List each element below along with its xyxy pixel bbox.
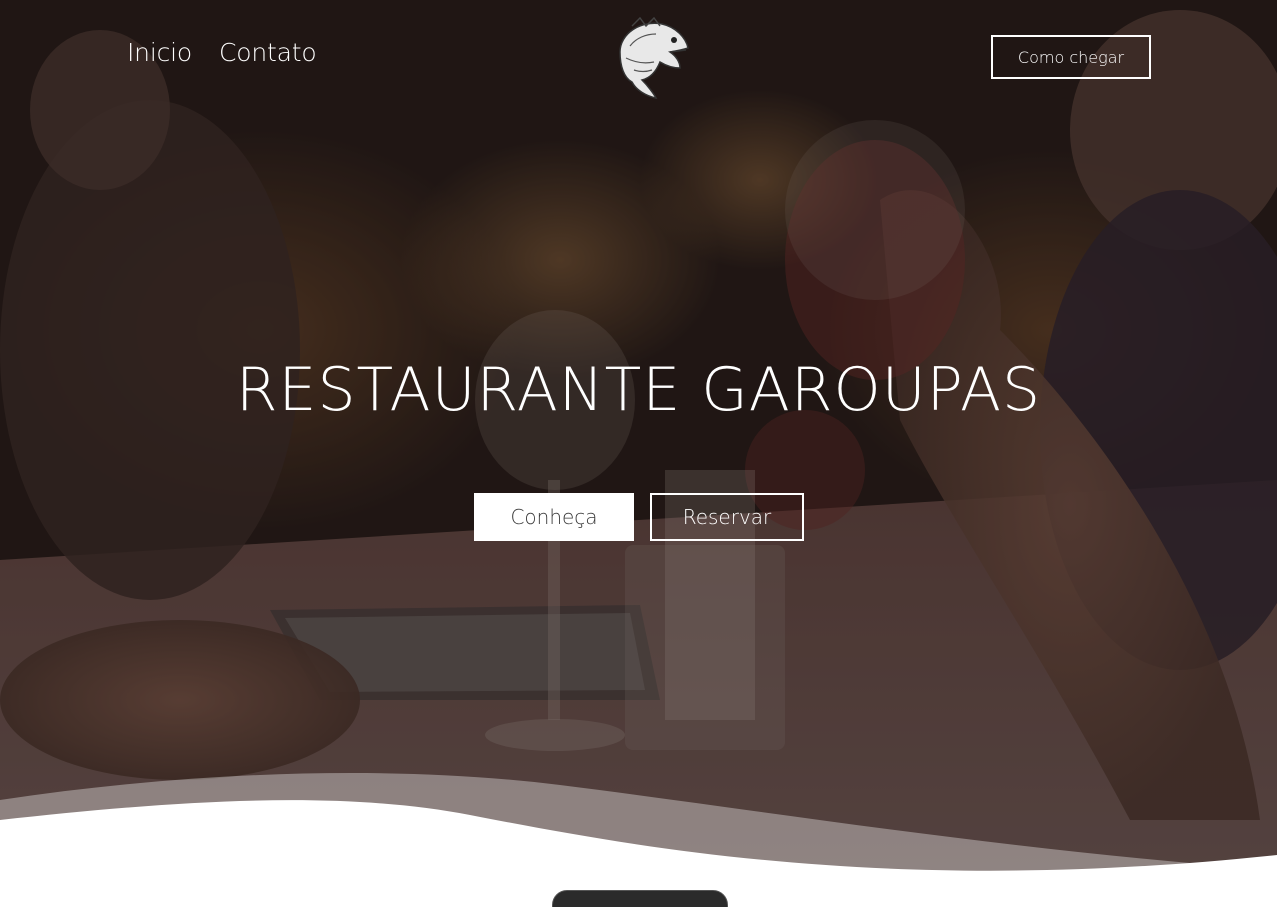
- floating-toolbar[interactable]: [552, 890, 728, 907]
- wave-divider: [0, 773, 1277, 907]
- nav-link-inicio[interactable]: Inicio: [127, 38, 192, 67]
- page-title: RESTAURANTE GAROUPAS: [235, 355, 1042, 425]
- directions-button[interactable]: Como chegar: [991, 35, 1151, 79]
- reserve-button[interactable]: Reservar: [650, 493, 804, 541]
- fish-logo-icon[interactable]: [610, 12, 692, 100]
- nav-link-contato[interactable]: Contato: [219, 38, 317, 67]
- hero-section: Inicio Contato Como chegar RESTAURANTE G…: [0, 0, 1277, 907]
- discover-button[interactable]: Conheça: [474, 493, 634, 541]
